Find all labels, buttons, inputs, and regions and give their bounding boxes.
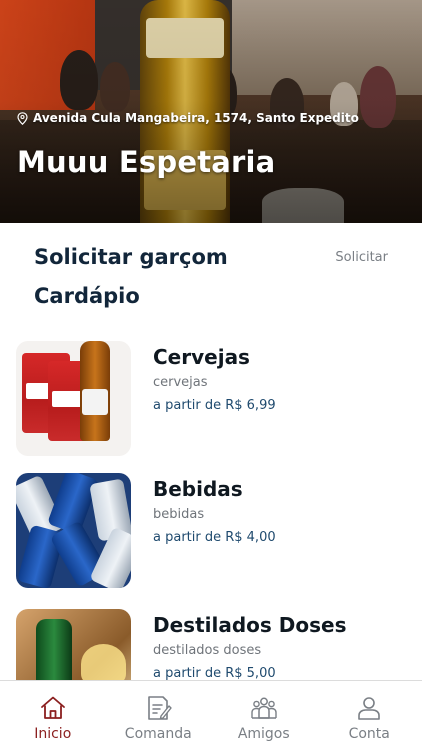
category-subtitle: bebidas [153, 507, 205, 522]
waiter-request-title: Solicitar garçom [34, 245, 228, 269]
request-waiter-button[interactable]: Solicitar [335, 250, 388, 265]
spirits-bottle [36, 619, 72, 680]
category-name: Bebidas [153, 477, 243, 501]
drink-glass [81, 644, 126, 680]
menu-category-destilados-doses[interactable]: Destilados Doses destilados doses a part… [16, 609, 416, 680]
category-subtitle: destilados doses [153, 643, 262, 658]
nav-item-inicio[interactable]: Inicio [0, 681, 106, 750]
category-name: Destilados Doses [153, 613, 347, 637]
waiter-request-row: Solicitar garçom Solicitar [34, 241, 388, 273]
nav-item-conta[interactable]: Conta [317, 681, 422, 750]
beer-cans-image [16, 473, 131, 588]
nav-item-amigos[interactable]: Amigos [211, 681, 317, 750]
bottom-navigation: Inicio Comanda Amigos Conta [0, 680, 422, 750]
venue-hero-image: Avenida Cula Mangabeira, 1574, Santo Exp… [0, 0, 422, 223]
nav-label: Conta [348, 726, 390, 742]
menu-title: Cardápio [34, 284, 140, 308]
user-icon [358, 697, 381, 720]
beer-pack-image [16, 341, 131, 456]
friends-icon [251, 697, 277, 719]
category-price: a partir de R$ 4,00 [153, 530, 276, 545]
menu-category-bebidas[interactable]: Bebidas bebidas a partir de R$ 4,00 [16, 473, 416, 588]
venue-name: Muuu Espetaria [17, 145, 276, 179]
nav-label: Comanda [124, 726, 192, 742]
order-pad-icon [148, 696, 172, 720]
spirits-image [16, 609, 131, 680]
venue-address: Avenida Cula Mangabeira, 1574, Santo Exp… [17, 111, 359, 125]
beer-bottle [80, 341, 110, 441]
location-pin-icon [17, 111, 28, 125]
category-name: Cervejas [153, 345, 250, 369]
category-price: a partir de R$ 5,00 [153, 666, 276, 680]
menu-category-cervejas[interactable]: Cervejas cervejas a partir de R$ 6,99 [16, 341, 416, 456]
nav-label: Inicio [34, 726, 72, 742]
nav-label: Amigos [237, 726, 290, 742]
venue-address-text: Avenida Cula Mangabeira, 1574, Santo Exp… [33, 111, 359, 125]
category-price: a partir de R$ 6,99 [153, 398, 276, 413]
nav-item-comanda[interactable]: Comanda [106, 681, 212, 750]
category-subtitle: cervejas [153, 375, 208, 390]
home-icon [40, 696, 65, 719]
